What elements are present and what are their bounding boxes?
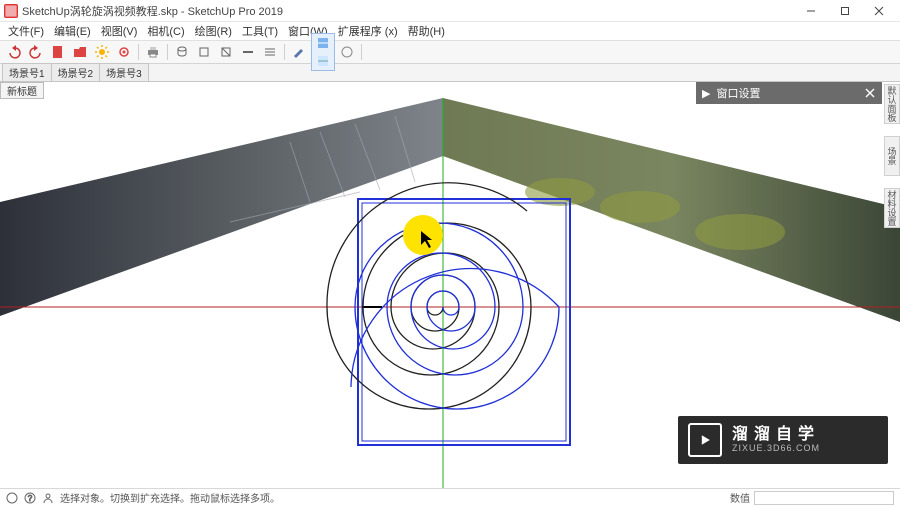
right-tray: 默认面板 场景 材料设置 <box>884 84 900 228</box>
status-hint: 选择对象。切换到扩充选择。拖动鼠标选择多项。 <box>60 490 280 505</box>
open-file-icon[interactable] <box>70 43 90 61</box>
user-icon[interactable] <box>42 492 54 504</box>
menu-camera[interactable]: 相机(C) <box>143 23 188 39</box>
scene-tabs: 场景号1 场景号2 场景号3 <box>0 64 900 82</box>
info-icon[interactable] <box>6 492 18 504</box>
svg-text:?: ? <box>28 494 33 503</box>
viewport[interactable]: 新标题 <box>0 82 900 488</box>
view-cube-icon[interactable] <box>194 43 214 61</box>
help-icon[interactable]: ? <box>24 492 36 504</box>
print-icon[interactable] <box>143 43 163 61</box>
sun-icon[interactable] <box>92 43 112 61</box>
right-vertical-scene[interactable]: 场景 <box>884 136 900 176</box>
menu-help[interactable]: 帮助(H) <box>404 23 449 39</box>
watermark-url: ZIXUE.3D66.COM <box>732 444 820 454</box>
window-controls <box>794 1 896 21</box>
panel-title: 窗口设置 <box>716 85 858 101</box>
measurements-input[interactable] <box>754 491 894 505</box>
style-group <box>311 33 335 71</box>
style-c-icon[interactable] <box>337 43 357 61</box>
window-settings-panel[interactable]: ▶ 窗口设置 <box>696 82 882 104</box>
maximize-button[interactable] <box>828 1 862 21</box>
scene-tab-3[interactable]: 场景号3 <box>99 63 149 81</box>
title-bar: SketchUp涡轮旋涡视频教程.skp - SketchUp Pro 2019 <box>0 0 900 22</box>
menu-ext[interactable]: 扩展程序 (x) <box>334 23 402 39</box>
right-vertical-default[interactable]: 默认面板 <box>884 84 900 124</box>
style-b-icon[interactable] <box>313 52 333 70</box>
style-a-icon[interactable] <box>313 34 333 52</box>
redo-icon[interactable] <box>26 43 46 61</box>
view-lines-icon[interactable] <box>260 43 280 61</box>
view-cylinder-icon[interactable] <box>172 43 192 61</box>
chevron-right-icon: ▶ <box>702 87 710 100</box>
toolbar <box>0 40 900 64</box>
close-window-button[interactable] <box>862 1 896 21</box>
new-file-icon[interactable] <box>48 43 68 61</box>
status-bar: ? 选择对象。切换到扩充选择。拖动鼠标选择多项。 数值 <box>0 488 900 506</box>
menu-tools[interactable]: 工具(T) <box>238 23 282 39</box>
menu-draw[interactable]: 绘图(R) <box>191 23 236 39</box>
scene-tab-1[interactable]: 场景号1 <box>2 63 52 81</box>
menu-bar: 文件(F) 编辑(E) 视图(V) 相机(C) 绘图(R) 工具(T) 窗口(W… <box>0 22 900 40</box>
window-title: SketchUp涡轮旋涡视频教程.skp - SketchUp Pro 2019 <box>22 3 283 19</box>
watermark-title: 溜溜自学 <box>732 426 820 444</box>
undo-icon[interactable] <box>4 43 24 61</box>
right-vertical-material[interactable]: 材料设置 <box>884 188 900 228</box>
measure-label: 数值 <box>730 490 750 505</box>
menu-edit[interactable]: 编辑(E) <box>50 23 95 39</box>
scene-tab-2[interactable]: 场景号2 <box>51 63 101 81</box>
watermark: 溜溜自学 ZIXUE.3D66.COM <box>678 416 888 464</box>
view-dash-icon[interactable] <box>238 43 258 61</box>
view-square-icon[interactable] <box>216 43 236 61</box>
close-icon[interactable] <box>864 87 876 99</box>
edit-pencil-icon[interactable] <box>289 43 309 61</box>
menu-view[interactable]: 视图(V) <box>97 23 142 39</box>
gear-icon[interactable] <box>114 43 134 61</box>
play-icon <box>688 423 722 457</box>
app-icon <box>4 4 18 18</box>
menu-file[interactable]: 文件(F) <box>4 23 48 39</box>
minimize-button[interactable] <box>794 1 828 21</box>
